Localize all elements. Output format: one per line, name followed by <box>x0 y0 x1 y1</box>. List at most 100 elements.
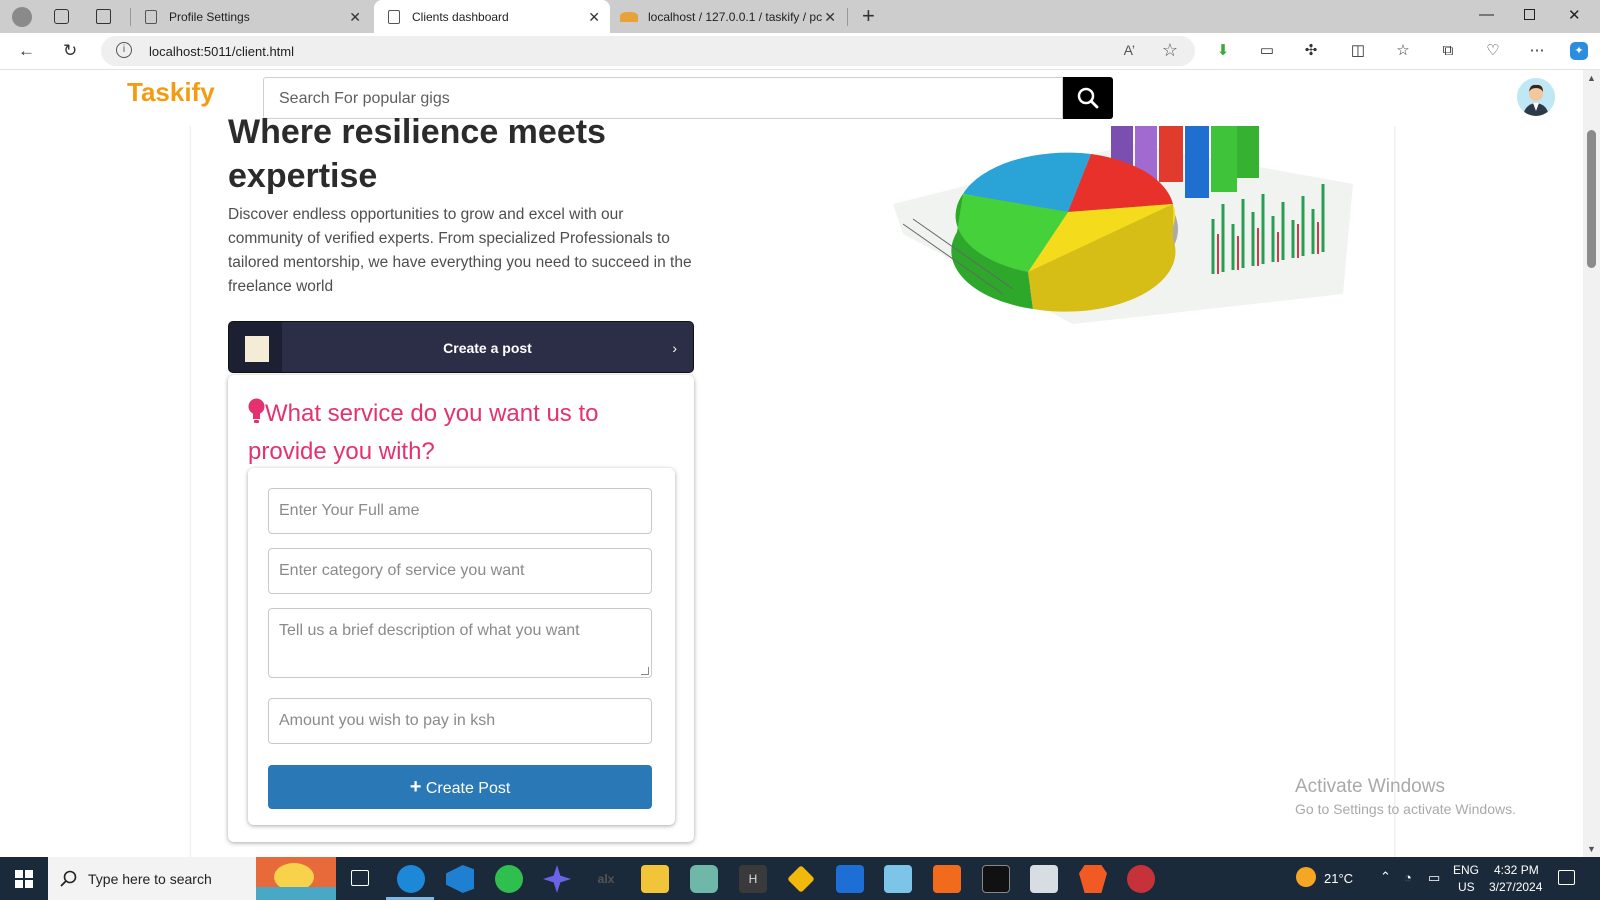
tab-title: localhost / 127.0.0.1 / taskify / pc <box>648 9 823 24</box>
refresh-icon[interactable]: ↻ <box>63 41 77 61</box>
create-post-form-card: What service do you want us to provide y… <box>228 375 694 842</box>
binance-icon[interactable] <box>787 865 815 893</box>
new-tab-icon[interactable]: + <box>862 3 875 29</box>
minimize-icon[interactable]: — <box>1479 6 1494 23</box>
site-logo[interactable]: Taskify <box>127 77 215 108</box>
create-post-label: Create a post <box>443 340 532 356</box>
create-post-button[interactable]: + Create Post <box>268 765 652 809</box>
site-info-icon[interactable]: i <box>116 42 132 58</box>
scroll-up-icon[interactable]: ▲ <box>1587 73 1596 83</box>
search-icon <box>60 870 77 887</box>
hero-description: Discover endless opportunities to grow a… <box>228 206 692 295</box>
create-post-toggle[interactable]: Create a post › <box>228 321 694 373</box>
task-view-icon[interactable] <box>351 870 369 886</box>
amount-input[interactable]: Amount you wish to pay in ksh <box>268 698 652 744</box>
browser-tab-strip: Profile Settings ✕ Clients dashboard ✕ l… <box>0 0 1600 33</box>
form-question: What service do you want us to provide y… <box>248 395 668 471</box>
browser-toolbar: ← ↻ i localhost:5011/client.html A’ ☆ ⬇ … <box>0 33 1600 70</box>
page-scrollbar[interactable]: ▲ ▼ <box>1583 70 1600 857</box>
widget-thumbnail-icon[interactable] <box>256 857 336 900</box>
hackerrank-icon[interactable]: H <box>739 865 767 893</box>
tab-clients-dashboard[interactable]: Clients dashboard ✕ <box>374 0 610 33</box>
description-textarea[interactable]: Tell us a brief description of what you … <box>268 608 652 678</box>
paint-app-icon[interactable] <box>1127 865 1155 893</box>
service-category-input[interactable]: Enter category of service you want <box>268 548 652 594</box>
favorite-star-icon[interactable]: ☆ <box>1162 40 1178 61</box>
tab-phpmyadmin[interactable]: localhost / 127.0.0.1 / taskify / pc ✕ <box>612 0 846 33</box>
more-options-icon[interactable]: ⋯ <box>1528 42 1546 60</box>
temperature[interactable]: 21°C <box>1324 871 1353 886</box>
windows-start-icon[interactable] <box>15 870 33 888</box>
region-indicator[interactable]: US <box>1458 880 1475 894</box>
tab-title: Clients dashboard <box>412 9 509 24</box>
language-indicator[interactable]: ENG <box>1453 863 1479 877</box>
collections-icon[interactable]: ⧉ <box>1439 42 1457 60</box>
plus-icon: + <box>409 776 422 798</box>
tab-actions-icon[interactable] <box>96 9 111 24</box>
battery-icon[interactable]: ▭ <box>1428 870 1440 886</box>
close-window-icon[interactable]: ✕ <box>1568 6 1581 24</box>
browser-essentials-icon[interactable]: ♡ <box>1484 42 1502 60</box>
whatsapp-icon[interactable] <box>495 865 523 893</box>
restore-icon[interactable] <box>1524 9 1535 20</box>
hero-chart-image <box>873 124 1373 340</box>
close-tab-icon[interactable]: ✕ <box>349 9 361 26</box>
close-tab-icon[interactable]: ✕ <box>824 9 836 26</box>
back-icon[interactable]: ← <box>18 41 35 61</box>
url-text[interactable]: localhost:5011/client.html <box>149 44 294 59</box>
page-viewport: Taskify Search For popular gigs Where re… <box>0 70 1583 857</box>
page-icon <box>145 9 157 24</box>
clock-time[interactable]: 4:32 PM <box>1494 863 1539 877</box>
extensions-icon[interactable]: ✣ <box>1302 42 1320 60</box>
tab-title: Profile Settings <box>169 9 250 24</box>
scroll-down-icon[interactable]: ▼ <box>1587 844 1596 854</box>
phpmyadmin-icon <box>620 11 638 22</box>
resize-handle[interactable] <box>641 667 649 675</box>
lightbulb-icon <box>248 398 265 423</box>
alx-icon[interactable]: alx <box>592 865 620 893</box>
terminal-icon[interactable] <box>982 865 1010 893</box>
profile-icon[interactable] <box>12 7 32 27</box>
user-avatar[interactable] <box>1517 78 1555 116</box>
chatgpt-icon[interactable] <box>690 865 718 893</box>
hero-title-line: Where resilience meets <box>228 113 606 151</box>
vscode-icon[interactable] <box>446 865 474 893</box>
hero-title: Where resilience meets expertise <box>228 110 606 198</box>
download-extension-icon[interactable]: ⬇ <box>1214 42 1232 60</box>
tab-profile-settings[interactable]: Profile Settings ✕ <box>131 0 371 33</box>
read-aloud-icon[interactable]: A’ <box>1124 42 1135 58</box>
post-bar-icon-area <box>229 322 282 372</box>
copilot-icon[interactable]: ✦ <box>1570 42 1588 60</box>
activate-windows-subtitle: Go to Settings to activate Windows. <box>1295 801 1516 817</box>
close-tab-icon[interactable]: ✕ <box>588 9 600 26</box>
snipping-tool-icon[interactable] <box>1030 865 1058 893</box>
hero-title-line: expertise <box>228 157 378 195</box>
brave-icon[interactable] <box>1079 865 1107 893</box>
media-icon[interactable]: ▭ <box>1258 42 1276 60</box>
weather-icon[interactable] <box>1296 867 1316 887</box>
show-hidden-icons-icon[interactable]: ⌃ <box>1380 869 1391 885</box>
network-icon[interactable]: ◔ <box>1404 870 1412 885</box>
workspaces-icon[interactable] <box>54 9 69 24</box>
favorites-icon[interactable]: ☆ <box>1394 42 1412 60</box>
page-icon <box>388 9 400 24</box>
xampp-icon[interactable] <box>933 865 961 893</box>
ai-sparkle-icon[interactable] <box>543 865 571 893</box>
post-form: Enter Your Full ame Enter category of se… <box>248 468 675 825</box>
taskbar-search-box[interactable]: Type here to search <box>48 857 256 900</box>
address-bar[interactable]: i localhost:5011/client.html A’ ☆ <box>101 36 1195 66</box>
file-explorer-icon[interactable] <box>641 865 669 893</box>
split-screen-icon[interactable]: ◫ <box>1349 42 1367 60</box>
clock-date[interactable]: 3/27/2024 <box>1489 880 1542 894</box>
notifications-icon[interactable] <box>1558 870 1575 885</box>
notepad-icon[interactable] <box>884 865 912 893</box>
form-question-text: What service do you want us to provide y… <box>248 400 599 465</box>
search-button[interactable] <box>1063 77 1113 119</box>
full-name-input[interactable]: Enter Your Full ame <box>268 488 652 534</box>
chevron-right-icon: › <box>672 340 677 356</box>
remote-desktop-icon[interactable] <box>836 865 864 893</box>
scrollbar-thumb[interactable] <box>1587 130 1596 268</box>
search-icon <box>1077 87 1099 109</box>
activate-windows-title: Activate Windows <box>1295 776 1445 797</box>
edge-icon[interactable] <box>397 865 425 893</box>
